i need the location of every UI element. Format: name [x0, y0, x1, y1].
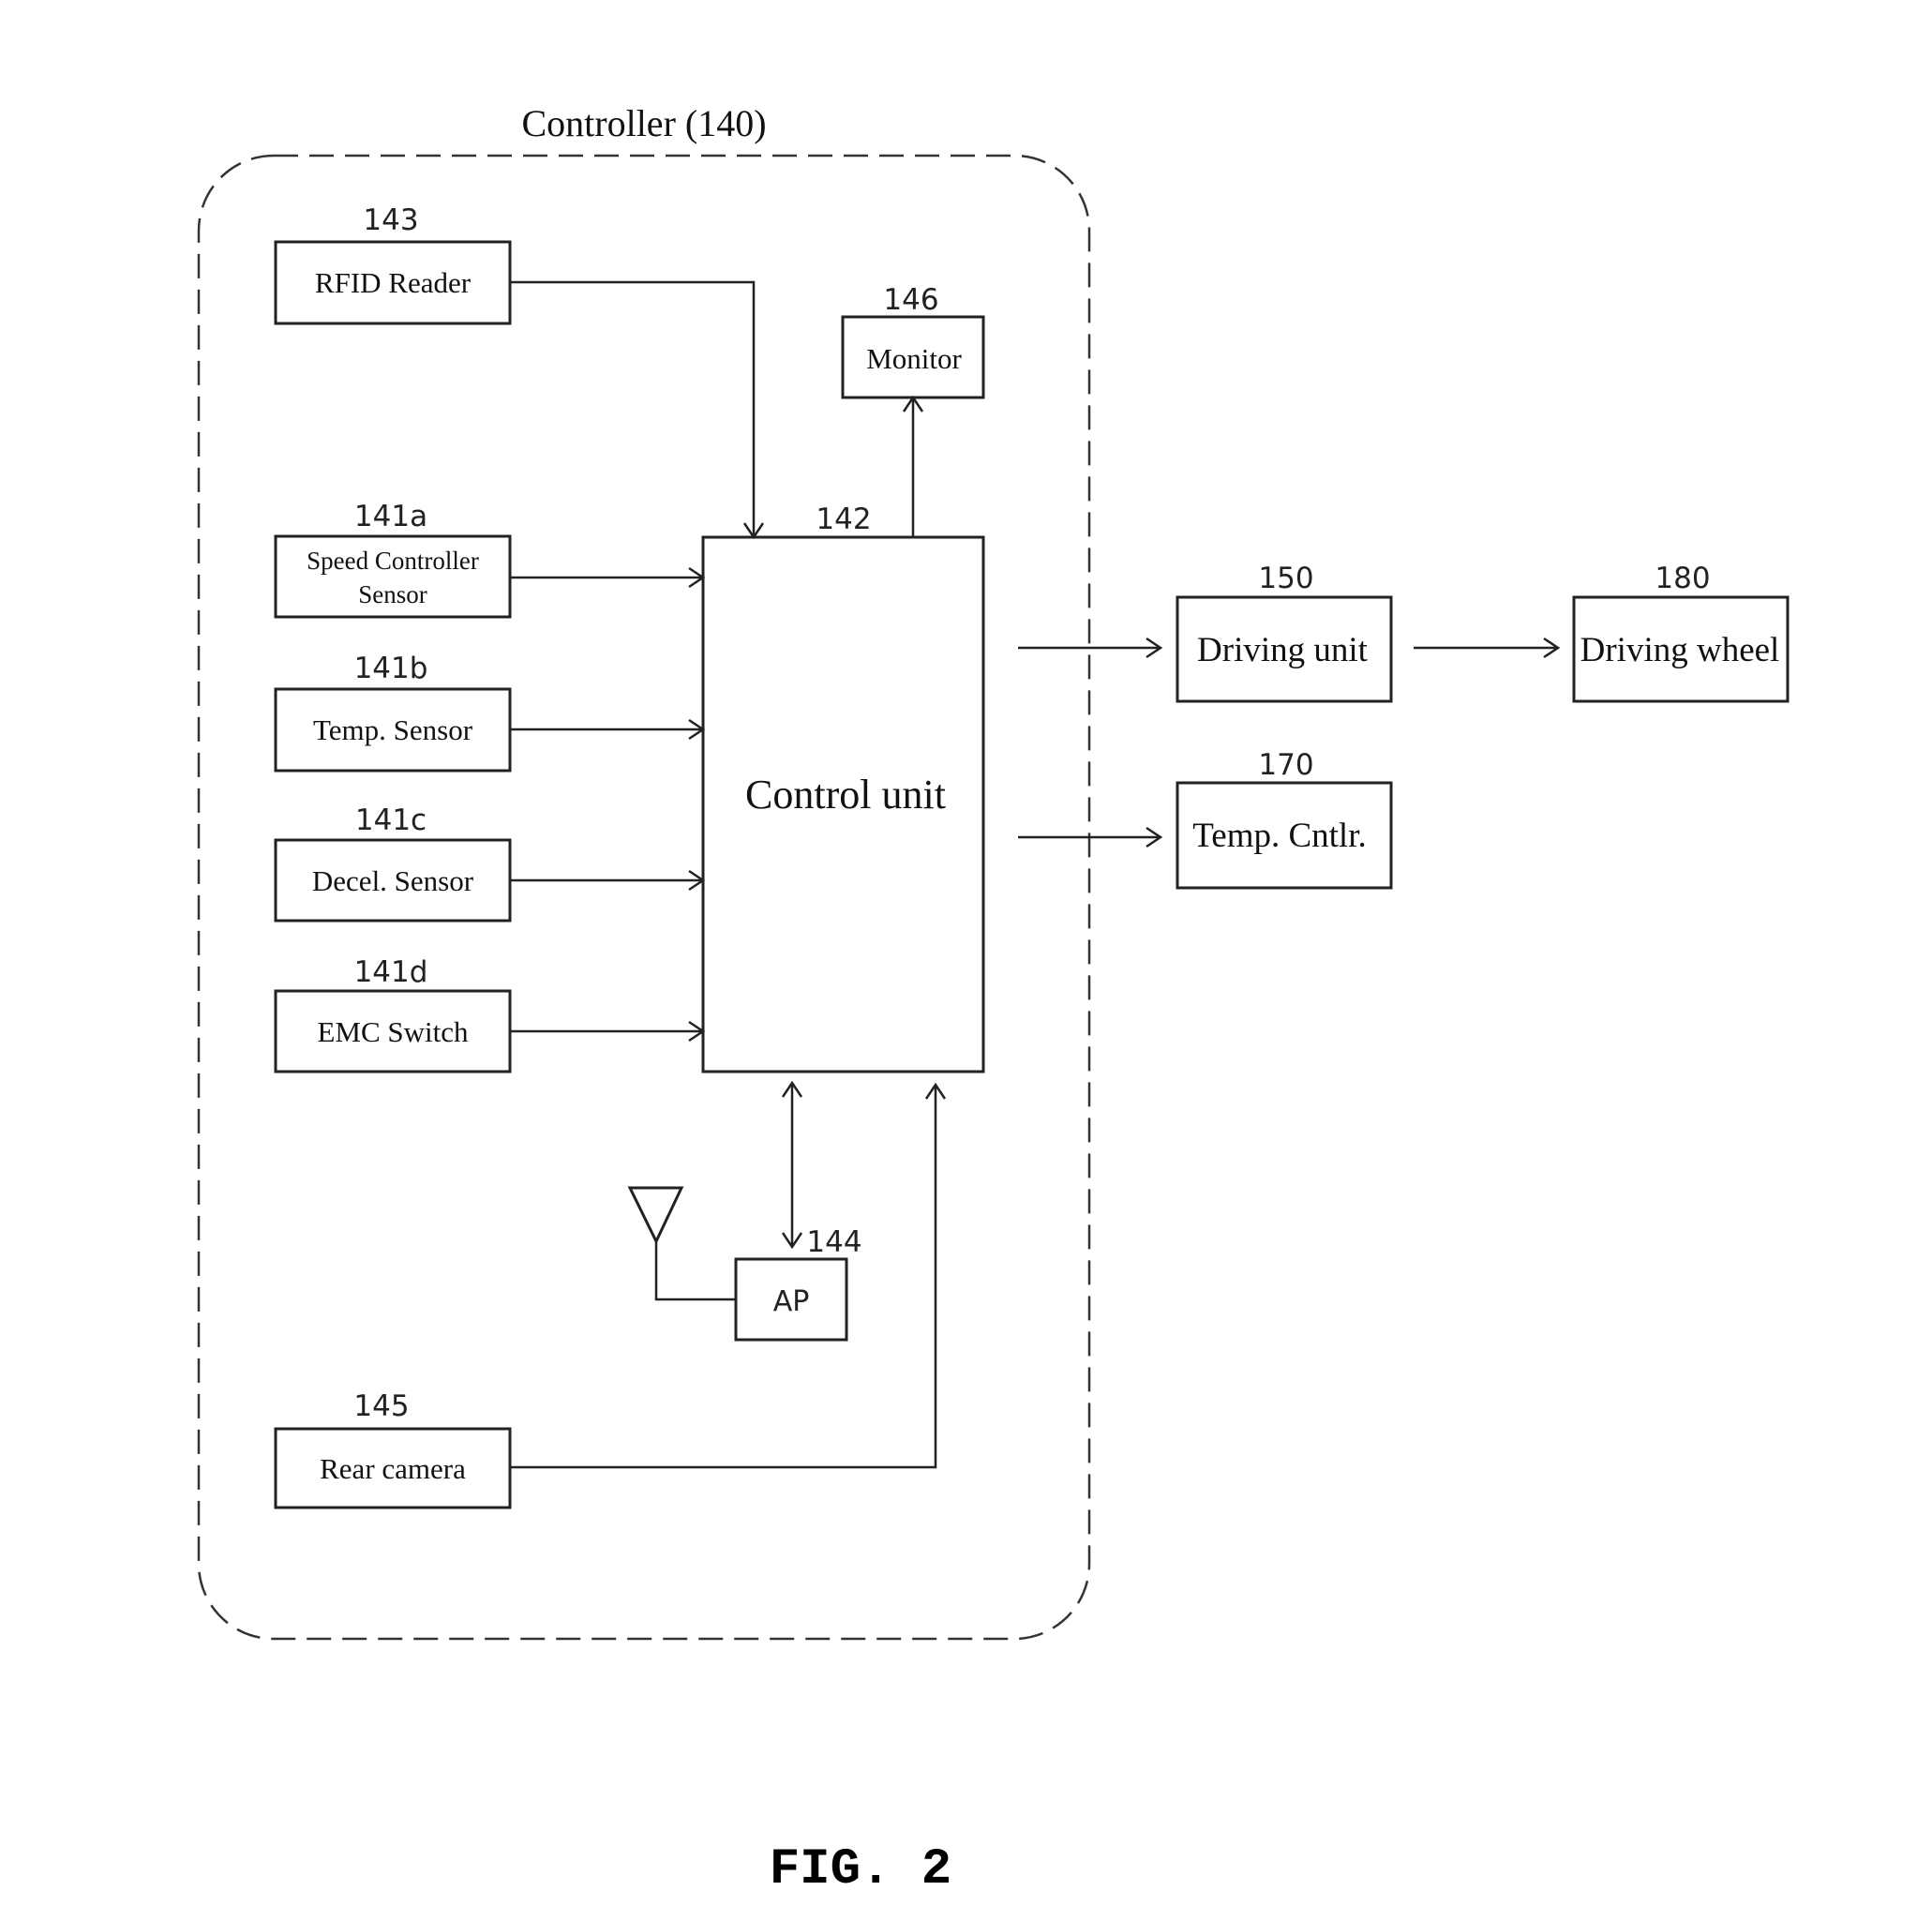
block-temp-sensor: 141b Temp. Sensor: [274, 652, 512, 773]
block-rfid-reader: 143 RFID Reader: [274, 203, 512, 325]
temp-sensor-label: Temp. Sensor: [313, 713, 473, 746]
ref-label-146: 146: [883, 283, 938, 317]
rear-camera-label: Rear camera: [320, 1452, 466, 1485]
ref-label-142: 142: [816, 503, 871, 536]
block-decel-sensor: 141c Decel. Sensor: [274, 803, 512, 923]
block-temp-cntlr: 170 Temp. Cntlr.: [1176, 748, 1393, 890]
ap-label: AP: [773, 1285, 810, 1318]
antenna-icon: [627, 1186, 736, 1301]
block-speed-controller-sensor: 141a Speed Controller Sensor: [274, 500, 512, 619]
driving-unit-label: Driving unit: [1197, 631, 1369, 669]
speed-controller-sensor-label-line2: Sensor: [358, 580, 427, 608]
ref-label-150: 150: [1258, 562, 1313, 595]
connector-emc-to-control: [510, 1020, 706, 1043]
block-diagram: Controller (140) 143 RFID Reader 141a Sp…: [197, 102, 1790, 1898]
ref-label-141c: 141c: [355, 803, 427, 837]
block-monitor: 146 Monitor: [841, 283, 985, 399]
temp-cntlr-label: Temp. Cntlr.: [1192, 817, 1367, 855]
ref-label-141b: 141b: [354, 652, 428, 685]
block-driving-wheel: 180 Driving wheel: [1572, 562, 1790, 703]
ref-label-170: 170: [1258, 748, 1313, 782]
connector-speed-to-control: [510, 566, 706, 589]
block-driving-unit: 150 Driving unit: [1176, 562, 1393, 703]
block-emc-switch: 141d EMC Switch: [274, 955, 512, 1073]
rfid-reader-label: RFID Reader: [315, 266, 472, 299]
ref-label-144: 144: [806, 1225, 861, 1259]
controller-title: Controller (140): [521, 102, 766, 144]
decel-sensor-label: Decel. Sensor: [312, 864, 474, 897]
connector-temp-sensor-to-control: [510, 718, 706, 741]
ref-label-141d: 141d: [354, 955, 428, 989]
connector-driving-unit-to-wheel: [1414, 637, 1561, 659]
speed-controller-sensor-label-line1: Speed Controller: [307, 547, 479, 575]
control-unit-label: Control unit: [745, 772, 946, 818]
connector-control-to-monitor: [902, 395, 924, 537]
ref-label-145: 145: [353, 1389, 409, 1423]
driving-wheel-label: Driving wheel: [1580, 631, 1780, 669]
block-ap: 144 AP: [734, 1225, 862, 1342]
connector-rfid-to-control: [510, 280, 765, 540]
block-control-unit: 142 Control unit: [701, 503, 985, 1073]
ref-label-180: 180: [1655, 562, 1710, 595]
ref-label-143: 143: [363, 203, 418, 237]
figure-label: FIG. 2: [770, 1841, 951, 1898]
connector-decel-to-control: [510, 869, 706, 892]
connector-control-ap-bidirectional: [781, 1080, 803, 1250]
emc-switch-label: EMC Switch: [317, 1015, 469, 1048]
block-rear-camera: 145 Rear camera: [274, 1389, 512, 1509]
monitor-label: Monitor: [866, 342, 962, 375]
connector-rear-camera-to-control: [510, 1082, 947, 1469]
ref-label-141a: 141a: [354, 500, 427, 533]
